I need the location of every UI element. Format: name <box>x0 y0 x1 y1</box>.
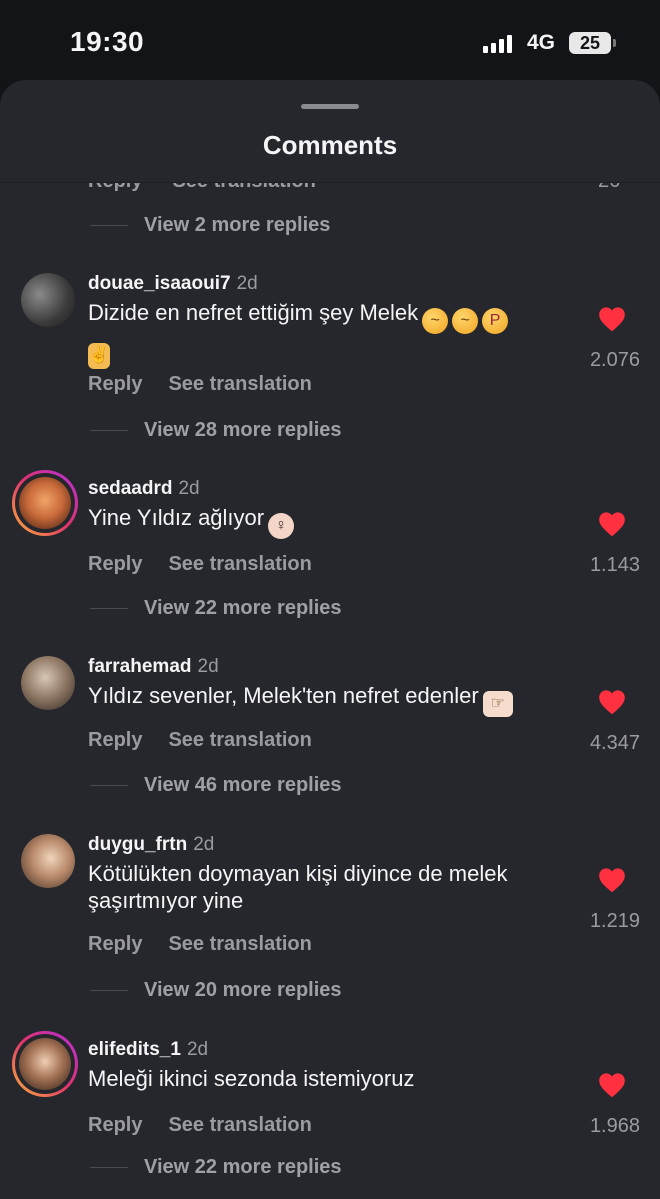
avatar[interactable] <box>21 834 75 888</box>
view-more-label: View 22 more replies <box>144 596 342 619</box>
rock-on-hand-icon: ✌ <box>88 343 110 369</box>
heart-icon[interactable] <box>598 1072 626 1098</box>
battery-icon: 25 <box>569 32 611 54</box>
reply-button[interactable]: Reply <box>88 933 142 955</box>
comment-text: Yine Yıldız ağlıyor ♀ <box>88 504 558 539</box>
status-time: 19:30 <box>70 26 145 57</box>
sheet-title: Comments <box>262 130 398 160</box>
like-count: 4.347 <box>589 732 640 754</box>
view-more-replies[interactable]: View 20 more replies <box>90 976 342 1004</box>
comment-username[interactable]: duygu_frtn 2d <box>88 834 214 856</box>
view-more-replies[interactable]: View 22 more replies <box>90 594 342 622</box>
header-cover <box>0 160 660 182</box>
network-label: 4G <box>527 31 556 54</box>
unamused-emoji-icon: ~ <box>452 308 479 334</box>
battery-tip <box>613 39 616 47</box>
heart-icon[interactable] <box>598 867 626 893</box>
avatar[interactable] <box>12 1031 78 1097</box>
see-translation-button[interactable]: See translation <box>168 933 311 955</box>
divider-line <box>90 784 128 786</box>
divider-line <box>90 429 128 431</box>
view-more-replies[interactable]: View 2 more replies <box>90 211 330 239</box>
like-count: 1.219 <box>589 910 640 932</box>
divider-line <box>90 224 128 226</box>
see-translation-button[interactable]: See translation <box>168 729 311 751</box>
view-more-replies[interactable]: View 28 more replies <box>90 416 342 444</box>
comment-actions: Reply See translation <box>88 933 312 956</box>
view-more-replies[interactable]: View 46 more replies <box>90 771 342 799</box>
comment-username[interactable]: farrahemad 2d <box>88 656 219 678</box>
comment-text: Kötülükten doymayan kişi diyince de mele… <box>88 861 508 913</box>
divider-line <box>90 607 128 609</box>
avatar[interactable] <box>12 470 78 536</box>
see-translation-button[interactable]: See translation <box>168 373 311 395</box>
reply-button[interactable]: Reply <box>88 553 142 575</box>
view-more-label: View 20 more replies <box>144 978 342 1001</box>
reply-button[interactable]: Reply <box>88 729 142 751</box>
view-more-label: View 22 more replies <box>144 1155 342 1178</box>
heart-icon[interactable] <box>598 511 626 537</box>
header-divider <box>0 182 660 183</box>
unamused-emoji-icon: ~ <box>422 308 449 334</box>
view-more-replies[interactable]: View 22 more replies <box>90 1153 342 1181</box>
like-count: 2.076 <box>589 349 640 371</box>
avatar[interactable] <box>21 273 75 327</box>
comment-actions: Reply See translation <box>88 1114 312 1137</box>
status-bar: 19:30 4G 25 <box>0 0 660 80</box>
like-count: 1.143 <box>589 554 640 576</box>
comment-actions: Reply See translation <box>88 553 312 576</box>
battery-level: 25 <box>579 32 601 53</box>
reply-button[interactable]: Reply <box>88 373 142 395</box>
comment-actions: Reply See translation <box>88 373 312 396</box>
like-count: 1.968 <box>589 1115 640 1137</box>
comments-sheet: Comments ReplySee translation 26 View 2 … <box>0 80 660 1199</box>
view-more-label: View 2 more replies <box>144 213 331 236</box>
heart-icon[interactable] <box>598 689 626 715</box>
pointing-hand-icon: ☞ <box>482 691 513 717</box>
see-translation-button[interactable]: See translation <box>168 553 311 575</box>
heart-icon[interactable] <box>598 306 626 332</box>
zany-face-emoji-icon: P <box>482 308 509 334</box>
comment-text: Yıldız sevenler, Melek'ten nefret edenle… <box>88 682 558 717</box>
reply-button[interactable]: Reply <box>88 1114 142 1136</box>
divider-line <box>90 989 128 991</box>
divider-line <box>90 1166 128 1168</box>
signal-icon <box>483 35 512 53</box>
drag-handle[interactable] <box>301 104 359 109</box>
comment-username[interactable]: douae_isaaoui7 2d <box>88 273 258 295</box>
avatar[interactable] <box>21 656 75 710</box>
comment-text: Meleği ikinci sezonda istemiyoruz <box>88 1066 415 1091</box>
see-translation-button[interactable]: See translation <box>168 1114 311 1136</box>
comment-username[interactable]: elifedits_1 2d <box>88 1039 208 1061</box>
view-more-label: View 46 more replies <box>144 773 342 796</box>
comment-text: Dizide en nefret ettiğim şey Melek ~ ~ P ✌ <box>88 299 558 369</box>
comment-actions: Reply See translation <box>88 729 312 752</box>
woman-emoji-icon: ♀ <box>268 513 295 539</box>
view-more-label: View 28 more replies <box>144 418 342 441</box>
comment-username[interactable]: sedaadrd 2d <box>88 478 200 500</box>
